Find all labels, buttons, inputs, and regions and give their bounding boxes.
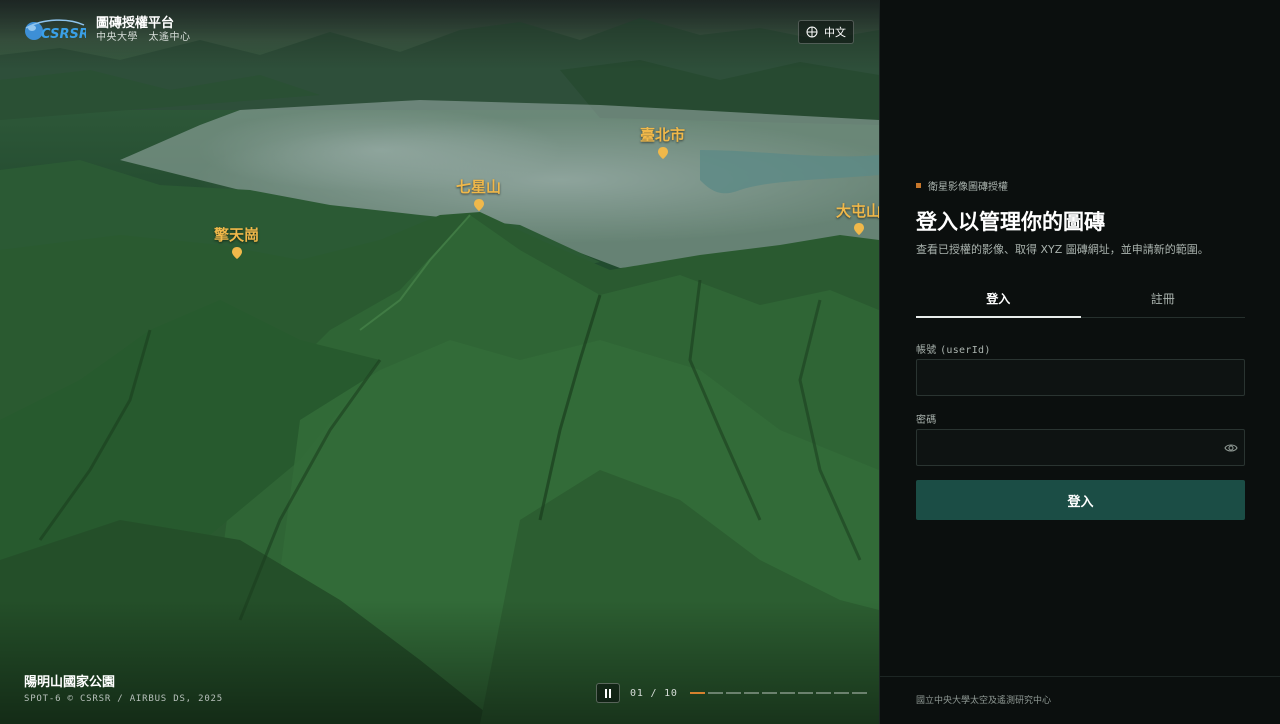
login-button[interactable]: 登入 [916, 480, 1245, 520]
location-pin-icon [657, 147, 668, 159]
map-pin[interactable]: 臺北市 [640, 124, 685, 159]
tab-register[interactable]: 註冊 [1081, 282, 1246, 317]
pause-icon [605, 688, 611, 698]
slide-indicator[interactable] [851, 692, 867, 694]
hero-image: 擎天崗 七星山 臺北市 大屯山 CSRSR 圖磚授權平台 中央大學 太遙中心 中… [0, 0, 879, 724]
map-pin[interactable]: 七星山 [456, 176, 501, 211]
location-pin-icon [853, 223, 864, 235]
logo-text: CSRSR [41, 27, 86, 42]
slide-indicators [689, 692, 867, 694]
slide-counter: 01 / 10 [630, 687, 678, 699]
page-title: 登入以管理你的圖磚 [916, 210, 1105, 234]
slide-indicator[interactable] [725, 692, 741, 694]
map-pin[interactable]: 大屯山 [836, 200, 879, 235]
accent-square [916, 183, 921, 188]
password-input[interactable] [916, 429, 1245, 466]
hero-shade [0, 0, 879, 724]
tab-login[interactable]: 登入 [916, 282, 1081, 318]
csrsr-logo: CSRSR [25, 19, 86, 42]
slide-indicator[interactable] [743, 692, 759, 694]
footer: 國立中央大學太空及遙測研究中心 [880, 676, 1280, 724]
brand[interactable]: CSRSR 圖磚授權平台 中央大學 太遙中心 [24, 16, 191, 44]
eyebrow-text: 衛星影像圖磚授權 [928, 182, 1008, 193]
map-pin[interactable]: 擎天崗 [214, 224, 259, 259]
page-subtitle: 查看已授權的影像、取得 XYZ 圖磚網址，並申請新的範圍。 [916, 243, 1209, 256]
pin-label: 擎天崗 [214, 226, 260, 244]
pin-label: 臺北市 [640, 126, 686, 144]
slide-indicator[interactable] [797, 692, 813, 694]
slide-indicator[interactable] [779, 692, 795, 694]
slide-indicator[interactable] [707, 692, 723, 694]
location-pin-icon [473, 199, 484, 211]
language-label: 中文 [824, 26, 846, 39]
pin-label: 大屯山 [836, 202, 879, 220]
show-password-icon[interactable] [1224, 442, 1238, 454]
slide-caption: 陽明山國家公園 SPOT-6 © CSRSR / AIRBUS DS, 2025 [24, 671, 223, 704]
brand-title: 圖磚授權平台 [96, 16, 175, 31]
location-pin-icon [231, 247, 242, 259]
footer-text: 國立中央大學太空及遙測研究中心 [916, 696, 1052, 706]
brand-subtitle: 中央大學 太遙中心 [96, 32, 191, 43]
login-panel: 衛星影像圖磚授權 登入以管理你的圖磚 查看已授權的影像、取得 XYZ 圖磚網址，… [879, 0, 1280, 724]
slide-indicator[interactable] [815, 692, 831, 694]
eyebrow: 衛星影像圖磚授權 [916, 178, 1008, 193]
account-label-text: 帳號 [916, 345, 937, 356]
language-toggle-button[interactable]: 中文 [798, 20, 854, 44]
slide-indicator[interactable] [761, 692, 777, 694]
slide-title: 陽明山國家公園 [24, 675, 116, 690]
account-field-label: 帳號 (userId) [916, 341, 991, 356]
password-field-label: 密碼 [916, 415, 937, 426]
globe-icon [806, 26, 818, 38]
account-label-hint: (userId) [940, 345, 991, 356]
slide-credit: SPOT-6 © CSRSR / AIRBUS DS, 2025 [24, 694, 223, 704]
auth-tabs: 登入 註冊 [916, 282, 1245, 318]
pause-button[interactable] [596, 683, 620, 703]
account-input[interactable] [916, 359, 1245, 396]
pin-label: 七星山 [456, 178, 502, 196]
slideshow-controls: 01 / 10 [596, 683, 867, 703]
slide-indicator[interactable] [833, 692, 849, 694]
slide-indicator[interactable] [689, 692, 705, 694]
